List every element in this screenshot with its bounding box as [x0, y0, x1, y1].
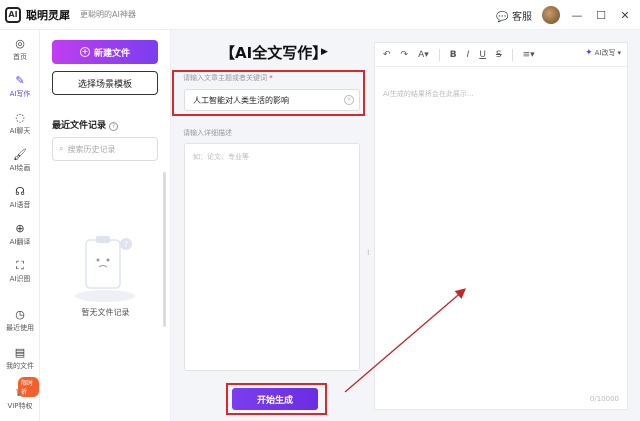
description-label: 请输入详细描述 — [183, 129, 232, 137]
sidebar-item-label: AI绘画 — [9, 164, 31, 172]
minimize-button[interactable]: — — [570, 9, 584, 22]
app-slogan: 更聪明的AI神器 — [80, 10, 136, 19]
app-name: 聪明灵犀 — [26, 8, 70, 22]
word-count: 0/10000 — [589, 395, 619, 403]
sidebar-item-ai-writing[interactable]: ✎ AI写作 — [0, 75, 40, 99]
search-icon: ⌕ — [59, 144, 64, 153]
toolbar-divider — [511, 48, 513, 61]
sidebar-item-label: AI识图 — [9, 275, 31, 283]
clock-icon: ◷ — [15, 308, 25, 321]
svg-text:?: ? — [124, 240, 128, 249]
customer-service-button[interactable]: 💬 客服 — [496, 8, 532, 23]
vip-discount-badge: 限时折 — [18, 377, 39, 397]
maximize-button[interactable]: ☐ — [594, 9, 608, 22]
history-search-input[interactable]: ⌕ 搜索历史记录 — [52, 137, 158, 161]
sidebar-item-label: AI聊天 — [9, 127, 31, 135]
chevron-down-icon: ▾ — [617, 49, 621, 57]
empty-files-text: 暂无文件记录 — [81, 308, 130, 317]
panel-splitter-handle[interactable]: ⁞ — [367, 248, 370, 257]
sidebar-item-label: VIP特权 — [7, 402, 33, 410]
search-placeholder: 搜索历史记录 — [67, 144, 116, 154]
sidebar-item-label: 我的文件 — [6, 362, 34, 370]
title-bar: AI 聪明灵犀 更聪明的AI神器 💬 客服 — ☐ ✕ — [0, 0, 640, 30]
pen-icon: ✎ — [15, 74, 25, 87]
strikethrough-icon[interactable]: S — [496, 50, 502, 60]
sidebar-item-ai-translate[interactable]: ⊕ AI翻译 — [0, 223, 40, 247]
help-icon[interactable]: ? — [109, 122, 119, 131]
ai-rewrite-button[interactable]: ✦ AI改写 ▾ — [585, 48, 621, 58]
undo-icon[interactable]: ↶ — [383, 50, 391, 60]
italic-icon[interactable]: I — [467, 50, 470, 60]
avatar[interactable] — [542, 6, 560, 24]
editor-placeholder: AI生成的结果将会在此展示... — [383, 90, 474, 98]
description-placeholder: 如：论文、专业等 — [193, 153, 249, 161]
sidebar-item-ai-drawing[interactable]: 🖌 AI绘画 — [0, 149, 40, 173]
sidebar-item-label: 最近使用 — [6, 324, 34, 332]
sidebar-item-ai-chat[interactable]: ◌ AI聊天 — [0, 112, 40, 136]
description-textarea[interactable]: 如：论文、专业等 — [184, 143, 360, 371]
home-icon: ◎ — [15, 37, 25, 50]
font-color-icon[interactable]: A▾ — [418, 50, 429, 60]
result-editor[interactable]: ↶ ↷ A▾ B I U S ≡▾ ✦ AI改写 ▾ AI生成的结果将会在此展示… — [374, 42, 629, 410]
new-file-label: 新建文件 — [93, 48, 130, 59]
recent-files-title: 最近文件记录? — [52, 118, 119, 131]
plus-icon: + — [79, 47, 90, 57]
app-logo-icon: AI — [5, 6, 21, 23]
file-panel: + 新建文件 选择场景模板 最近文件记录? ⌕ 搜索历史记录 ? 暂无文件记录 — [40, 30, 171, 421]
scan-icon: ⛶ — [16, 259, 24, 272]
sidebar-item-label: AI翻译 — [9, 238, 31, 246]
recent-files-label: 最近文件记录 — [52, 121, 107, 131]
scrollbar[interactable] — [163, 172, 166, 327]
sidebar-item-ai-voice[interactable]: ☊ AI语音 — [0, 186, 40, 210]
choose-template-button[interactable]: 选择场景模板 — [52, 71, 158, 95]
bold-icon[interactable]: B — [450, 50, 457, 60]
close-button[interactable]: ✕ — [618, 9, 632, 22]
underline-icon[interactable]: U — [479, 50, 486, 60]
sidebar-item-label: 首页 — [13, 53, 27, 61]
sidebar-item-recent[interactable]: ◷ 最近使用 — [0, 309, 40, 333]
empty-clipboard-icon: ? — [75, 236, 135, 302]
sidebar-item-label: AI语音 — [9, 201, 31, 209]
align-icon[interactable]: ≡▾ — [523, 50, 535, 60]
page-title: 【AI全文写作】 — [220, 44, 328, 62]
translate-icon: ⊕ — [15, 222, 25, 235]
play-icon[interactable]: ▶ — [321, 47, 328, 57]
highlight-box-generate — [226, 383, 327, 415]
sidebar: ◎ 首页 ✎ AI写作 ◌ AI聊天 🖌 AI绘画 ☊ AI语音 ⊕ AI翻译 … — [0, 30, 40, 421]
headset-icon: ☊ — [15, 185, 25, 198]
ai-rewrite-label: AI改写 — [594, 49, 616, 57]
toolbar-divider — [438, 48, 440, 61]
brush-icon: 🖌 — [13, 148, 27, 161]
sidebar-item-home[interactable]: ◎ 首页 — [0, 38, 40, 62]
sparkle-icon: ✦ — [585, 48, 593, 58]
file-icon: ▤ — [14, 346, 26, 359]
chat-icon: ◌ — [15, 111, 25, 124]
redo-icon[interactable]: ↷ — [401, 50, 409, 60]
sidebar-item-ai-image-recognition[interactable]: ⛶ AI识图 — [0, 260, 40, 284]
sidebar-item-label: AI写作 — [9, 90, 31, 98]
customer-service-label: 客服 — [512, 11, 532, 23]
highlight-box-topic — [172, 70, 365, 116]
chat-bubble-icon: 💬 — [496, 11, 509, 23]
sidebar-item-my-files[interactable]: ▤ 我的文件 — [0, 347, 40, 371]
new-file-button[interactable]: + 新建文件 — [52, 40, 158, 64]
